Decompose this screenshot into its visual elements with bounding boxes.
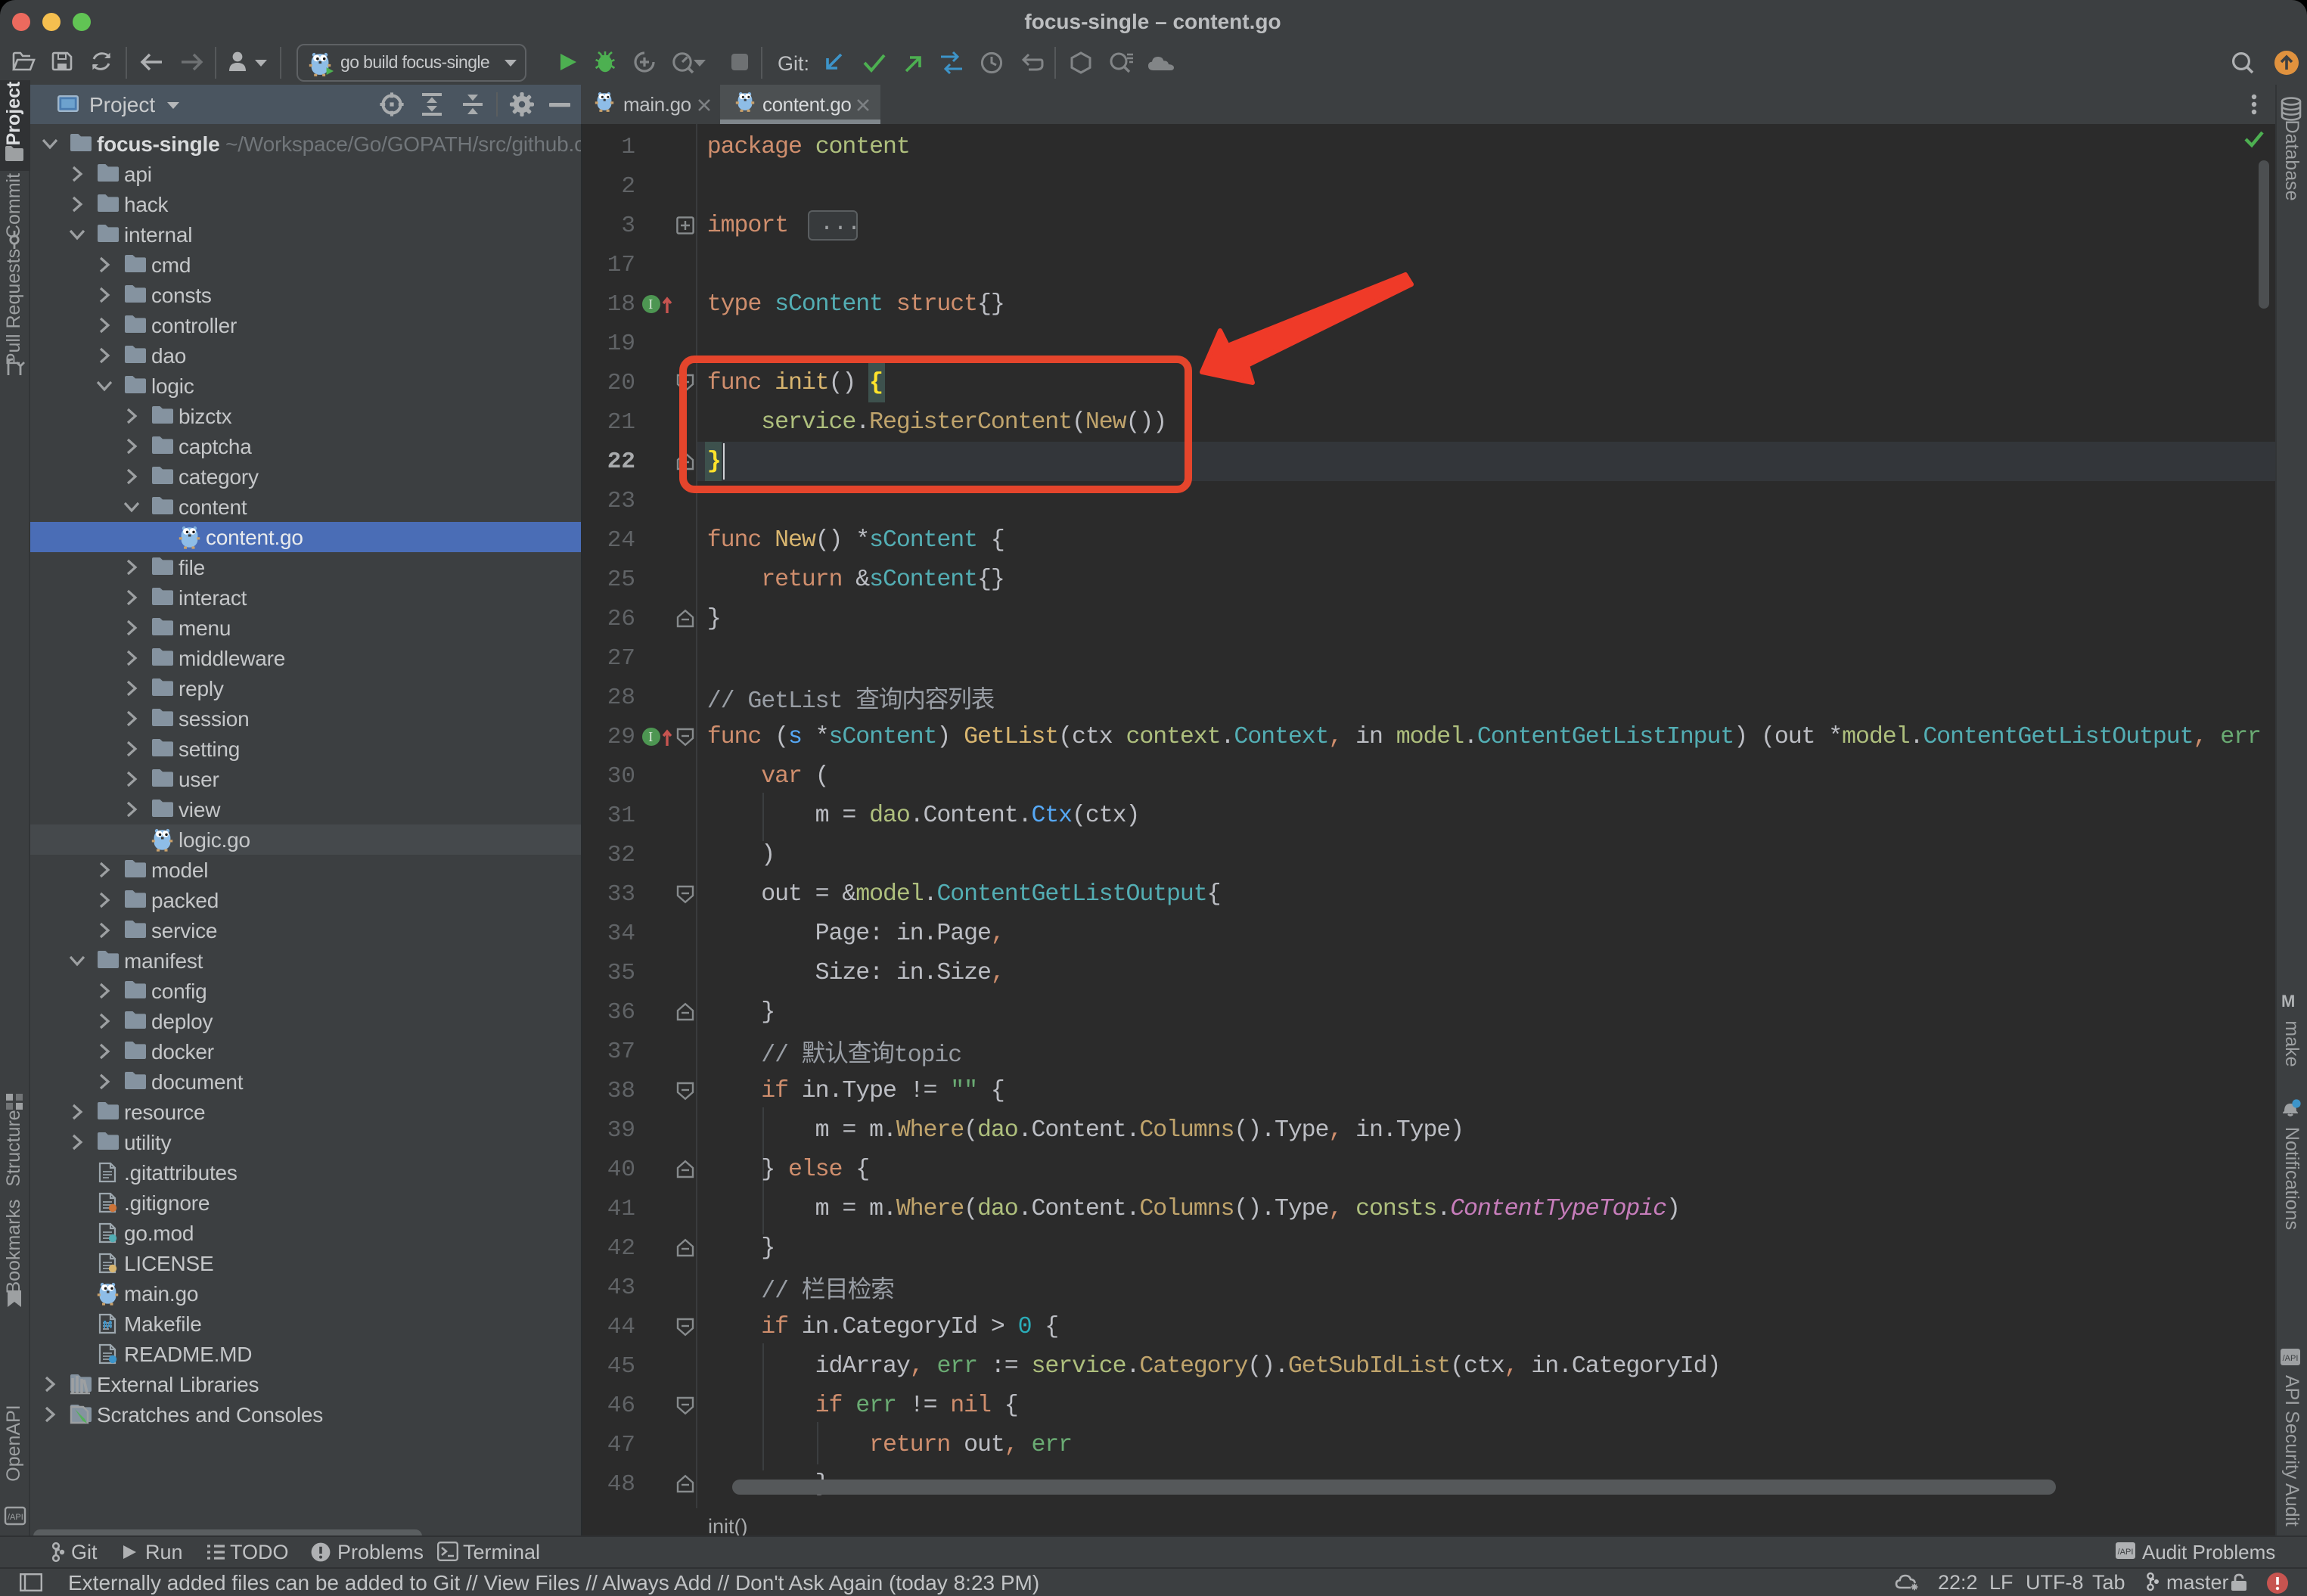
svg-text:/API: /API [2283, 1354, 2299, 1363]
svg-text:M: M [2281, 992, 2295, 1011]
svg-text:I: I [648, 730, 653, 745]
svg-text:I: I [648, 297, 653, 312]
svg-text:/API: /API [8, 1513, 23, 1522]
svg-text:M: M [102, 1318, 112, 1331]
svg-text:/API: /API [2118, 1548, 2134, 1557]
